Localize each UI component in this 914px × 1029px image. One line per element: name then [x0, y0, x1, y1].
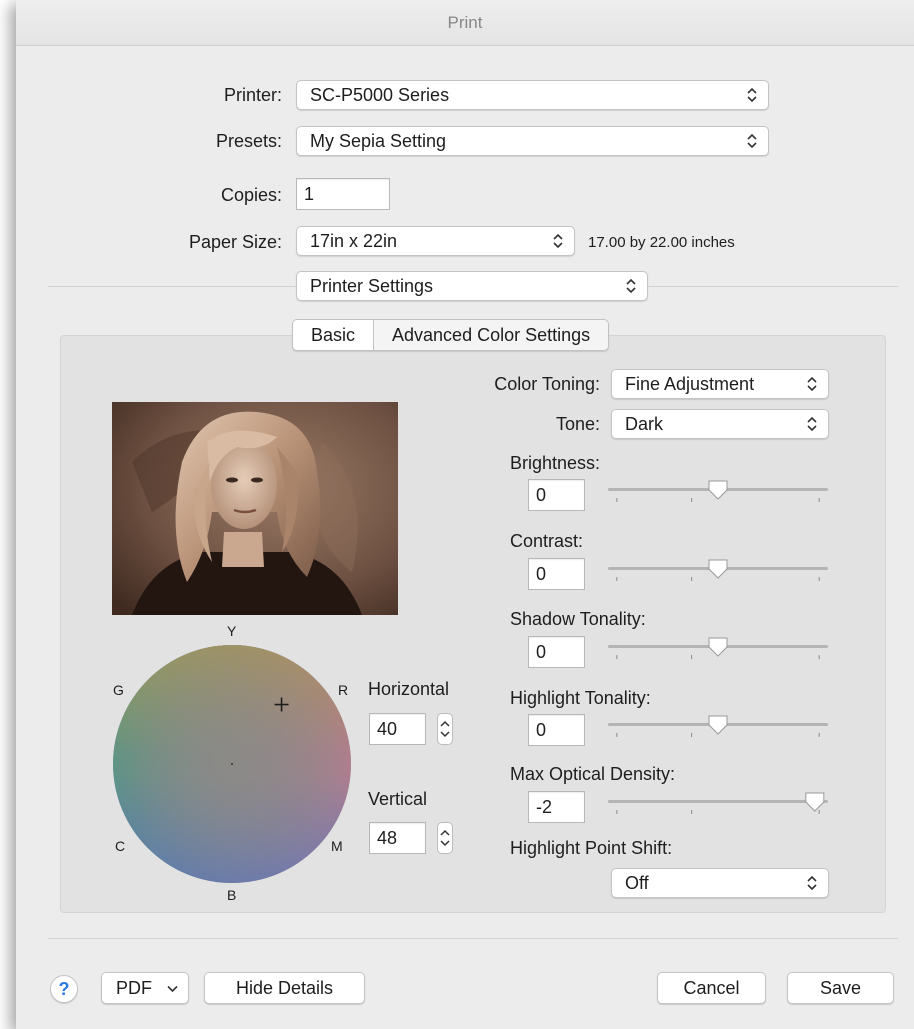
- shadow-tonality-label: Shadow Tonality:: [510, 609, 646, 629]
- shadow-tonality-input[interactable]: 0: [528, 636, 585, 668]
- tab-bar: Basic Advanced Color Settings: [292, 319, 610, 351]
- copies-input[interactable]: 1: [296, 178, 390, 210]
- horizontal-input[interactable]: 40: [369, 713, 426, 745]
- updown-chevron-icon: [553, 233, 563, 249]
- color-wheel[interactable]: [112, 644, 352, 884]
- separator: [48, 286, 296, 287]
- highlight-point-shift-label: Highlight Point Shift:: [510, 838, 673, 858]
- slider-thumb[interactable]: [708, 559, 728, 579]
- color-toning-popup[interactable]: Fine Adjustment: [611, 369, 829, 399]
- printer-popup[interactable]: SC-P5000 Series: [296, 80, 769, 110]
- tone-popup[interactable]: Dark: [611, 409, 829, 439]
- presets-value: My Sepia Setting: [310, 131, 447, 151]
- wheel-label-b: B: [227, 887, 237, 903]
- highlight-tonality-label: Highlight Tonality:: [510, 688, 651, 708]
- vertical-input[interactable]: 48: [369, 822, 426, 854]
- wheel-label-y: Y: [227, 623, 237, 639]
- hide-details-button[interactable]: Hide Details: [204, 972, 365, 1004]
- copies-label: Copies:: [220, 185, 282, 205]
- brightness-input[interactable]: 0: [528, 479, 585, 511]
- vertical-stepper[interactable]: [437, 822, 453, 854]
- horizontal-label: Horizontal: [368, 679, 450, 699]
- tone-label: Tone:: [555, 414, 600, 434]
- separator: [648, 286, 898, 287]
- printer-label: Printer:: [223, 85, 282, 105]
- updown-chevron-icon: [807, 376, 817, 392]
- updown-chevron-icon: [440, 720, 450, 738]
- slider-thumb[interactable]: [805, 792, 825, 812]
- updown-chevron-icon: [626, 278, 636, 294]
- color-toning-label: Color Toning:: [494, 374, 600, 394]
- chevron-down-icon: [167, 985, 178, 993]
- contrast-label: Contrast:: [510, 531, 584, 551]
- updown-chevron-icon: [807, 416, 817, 432]
- help-button[interactable]: ?: [50, 975, 78, 1003]
- slider-thumb[interactable]: [708, 637, 728, 657]
- horizontal-stepper[interactable]: [437, 713, 453, 745]
- shadow-tonality-slider[interactable]: [606, 637, 830, 667]
- paper-dimensions: 17.00 by 22.00 inches: [588, 234, 735, 251]
- separator: [48, 938, 898, 939]
- highlight-point-shift-popup[interactable]: Off: [611, 868, 829, 898]
- slider-thumb[interactable]: [708, 715, 728, 735]
- section-popup[interactable]: Printer Settings: [296, 271, 648, 301]
- updown-chevron-icon: [747, 87, 757, 103]
- highlight-tonality-input[interactable]: 0: [528, 714, 585, 746]
- highlight-point-shift-value: Off: [625, 873, 649, 893]
- paper-size-label: Paper Size:: [188, 232, 282, 252]
- print-dialog: Print Printer: SC-P5000 Series Presets: …: [16, 0, 914, 1029]
- printer-value: SC-P5000 Series: [310, 85, 450, 105]
- presets-popup[interactable]: My Sepia Setting: [296, 126, 769, 156]
- save-button[interactable]: Save: [787, 972, 894, 1004]
- tab-basic[interactable]: Basic: [293, 320, 375, 350]
- tone-value: Dark: [625, 414, 664, 434]
- brightness-label: Brightness:: [510, 453, 601, 473]
- updown-chevron-icon: [747, 133, 757, 149]
- paper-size-value: 17in x 22in: [310, 231, 398, 251]
- cancel-button[interactable]: Cancel: [657, 972, 766, 1004]
- updown-chevron-icon: [440, 829, 450, 847]
- contrast-input[interactable]: 0: [528, 558, 585, 590]
- slider-track: [608, 800, 828, 803]
- updown-chevron-icon: [807, 875, 817, 891]
- paper-size-popup[interactable]: 17in x 22in: [296, 226, 575, 256]
- max-optical-density-slider[interactable]: [606, 792, 830, 822]
- section-popup-value: Printer Settings: [310, 276, 434, 296]
- slider-thumb[interactable]: [708, 480, 728, 500]
- color-toning-value: Fine Adjustment: [625, 374, 755, 394]
- pdf-menu-button[interactable]: PDF: [101, 972, 189, 1004]
- highlight-tonality-slider[interactable]: [606, 715, 830, 745]
- window-title: Print: [16, 0, 914, 46]
- max-optical-density-input[interactable]: -2: [528, 791, 585, 823]
- pdf-label: PDF: [116, 978, 152, 998]
- vertical-label: Vertical: [368, 789, 428, 809]
- max-optical-density-label: Max Optical Density:: [510, 764, 676, 784]
- preview-image: [112, 402, 398, 615]
- presets-label: Presets:: [215, 131, 282, 151]
- contrast-slider[interactable]: [606, 559, 830, 589]
- brightness-slider[interactable]: [606, 480, 830, 510]
- tab-advanced-color-settings[interactable]: Advanced Color Settings: [374, 320, 608, 350]
